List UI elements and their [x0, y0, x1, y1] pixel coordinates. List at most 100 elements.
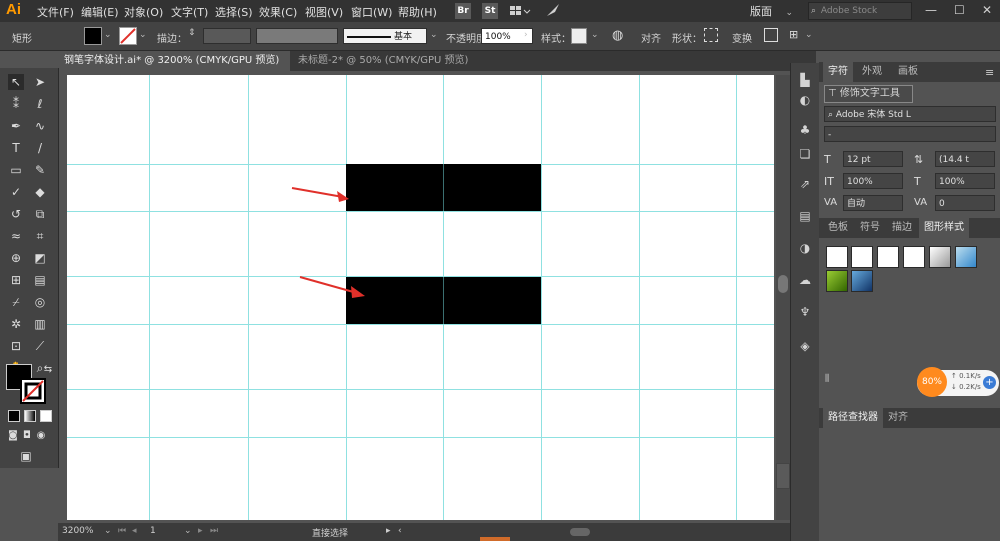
shape-builder-tool-icon[interactable]: ⊕ — [8, 250, 24, 266]
stock-button[interactable]: St — [482, 3, 498, 19]
style-swatch-white[interactable] — [877, 246, 899, 268]
scrollbar-thumb[interactable] — [778, 275, 788, 293]
arrange-documents-icon[interactable] — [509, 3, 531, 19]
next-artboard-icon[interactable]: ▸ — [198, 526, 203, 536]
recolor-artwork-icon[interactable]: ◍ — [612, 28, 628, 44]
leading-field[interactable]: (14.4 t — [935, 151, 995, 167]
style-swatch-none[interactable] — [851, 246, 873, 268]
variable-width-profile[interactable] — [256, 28, 338, 44]
layers-panel-icon[interactable]: ◈ — [796, 337, 814, 355]
type-tool-icon[interactable]: T — [8, 140, 24, 156]
blend-tool-icon[interactable]: ◎ — [32, 294, 48, 310]
gradient-mode-icon[interactable] — [24, 410, 36, 422]
menu-edit[interactable]: 编辑(E) — [81, 4, 119, 20]
menu-type[interactable]: 文字(T) — [171, 4, 208, 20]
color-panel-icon[interactable]: ▙ — [796, 71, 814, 89]
tab-graphic-styles[interactable]: 图形样式 — [919, 218, 969, 238]
align-link[interactable]: 对齐 — [641, 30, 661, 45]
distribute-icon[interactable]: ⊞ — [789, 28, 803, 42]
artboard-canvas[interactable] — [67, 75, 774, 520]
gradient-tool-icon[interactable]: ▤ — [32, 272, 48, 288]
panel-menu-icon[interactable]: ≡ — [985, 66, 994, 79]
color-guide-icon[interactable]: ◐ — [796, 91, 814, 109]
menu-file[interactable]: 文件(F) — [37, 4, 74, 20]
color-mode-icon[interactable] — [8, 410, 20, 422]
chevron-down-icon[interactable]: ⌄ — [139, 30, 147, 40]
artboard-number[interactable]: 1 — [150, 526, 156, 536]
width-tool-icon[interactable]: ≈ — [8, 228, 24, 244]
menu-object[interactable]: 对象(O) — [124, 4, 163, 20]
tab-character[interactable]: 字符 — [823, 62, 853, 82]
symbol-sprayer-tool-icon[interactable]: ✲ — [8, 316, 24, 332]
gradient-panel-icon[interactable]: ▤ — [796, 207, 814, 225]
menu-effect[interactable]: 效果(C) — [259, 4, 297, 20]
horizontal-scale-field[interactable]: 100% — [935, 173, 995, 189]
chevron-right-icon[interactable]: › — [524, 30, 528, 40]
brush-definition[interactable]: 基本 — [343, 28, 427, 44]
tab-document-2[interactable]: 未标题-2* @ 50% (CMYK/GPU 预览) × — [292, 51, 478, 86]
close-icon[interactable]: ✕ — [982, 3, 992, 17]
vertical-scrollbar[interactable] — [776, 75, 790, 520]
appearance-panel-icon[interactable]: ☁ — [796, 271, 814, 289]
style-swatch-gray[interactable] — [929, 246, 951, 268]
line-tool-icon[interactable]: / — [32, 140, 48, 156]
chevron-down-icon[interactable]: ⌄ — [591, 30, 599, 40]
first-artboard-icon[interactable]: ⏮ — [118, 526, 126, 536]
minimize-icon[interactable]: — — [925, 3, 937, 17]
font-size-field[interactable]: 12 pt — [843, 151, 903, 167]
stroke-color-swatch[interactable] — [119, 27, 137, 45]
libraries-panel-icon[interactable]: ♆ — [796, 303, 814, 321]
chevron-down-icon[interactable]: ⌄ — [430, 30, 438, 40]
touch-type-tool-button[interactable]: ⊤ 修饰文字工具 — [824, 85, 913, 103]
font-style-field[interactable]: - — [824, 126, 996, 142]
tab-stroke[interactable]: 描边 — [887, 218, 917, 238]
transparency-panel-icon[interactable]: ◑ — [796, 239, 814, 257]
eyedropper-tool-icon[interactable]: ⌿ — [8, 294, 24, 310]
previous-artboard-icon[interactable]: ◂ — [132, 526, 137, 536]
menu-help[interactable]: 帮助(H) — [398, 4, 437, 20]
scale-tool-icon[interactable]: ⧉ — [32, 206, 48, 222]
tab-artboards[interactable]: 画板 — [893, 62, 923, 82]
curvature-tool-icon[interactable]: ∿ — [32, 118, 48, 134]
graphic-style-swatch[interactable] — [571, 28, 587, 44]
add-icon[interactable]: + — [983, 376, 996, 389]
tab-symbols[interactable]: 符号 — [855, 218, 885, 238]
export-panel-icon[interactable]: ⇗ — [796, 175, 814, 193]
stroke-weight-stepper[interactable]: ⇕ — [188, 28, 202, 44]
paintbrush-tool-icon[interactable]: ✎ — [32, 162, 48, 178]
transform-link[interactable]: 变换 — [732, 30, 752, 45]
font-family-field[interactable]: ⌕ Adobe 宋体 Std L — [824, 106, 996, 122]
eraser-tool-icon[interactable]: ◆ — [32, 184, 48, 200]
lasso-tool-icon[interactable]: ℓ — [32, 96, 48, 112]
brushes-panel-icon[interactable]: ♣ — [796, 121, 814, 139]
maximize-icon[interactable]: ☐ — [954, 3, 965, 17]
last-artboard-icon[interactable]: ⏭ — [210, 526, 218, 536]
symbols-panel-icon[interactable]: ❏ — [796, 145, 814, 163]
rotate-tool-icon[interactable]: ↺ — [8, 206, 24, 222]
artboard-tool-icon[interactable]: ⊡ — [8, 338, 24, 354]
chevron-down-icon[interactable]: ⌄ — [184, 526, 192, 536]
swap-fill-stroke-icon[interactable]: ⇆ — [40, 362, 56, 378]
draw-inside-icon[interactable]: ◉ — [33, 428, 49, 444]
menu-select[interactable]: 选择(S) — [215, 4, 253, 20]
stroke-weight-field[interactable] — [203, 28, 251, 44]
screen-mode-icon[interactable]: ▣ — [18, 448, 34, 464]
tab-appearance[interactable]: 外观 — [857, 62, 887, 82]
style-swatch-blue[interactable] — [955, 246, 977, 268]
pen-tool-icon[interactable]: ✒ — [8, 118, 24, 134]
chevron-down-icon[interactable]: ⌄ — [104, 526, 112, 536]
stroke-swatch[interactable] — [20, 378, 46, 404]
brush-feather-icon[interactable] — [545, 2, 561, 18]
selection-tool-icon[interactable]: ↖ — [8, 74, 24, 90]
tab-align[interactable]: 对齐 — [883, 408, 913, 428]
rectangle-tool-icon[interactable]: ▭ — [8, 162, 24, 178]
fill-color-swatch[interactable] — [84, 27, 102, 45]
menu-view[interactable]: 视图(V) — [305, 4, 343, 20]
perspective-grid-tool-icon[interactable]: ⊞ — [8, 272, 24, 288]
scroll-left-icon[interactable]: ‹ — [398, 526, 402, 536]
kerning-field[interactable]: 自动 — [843, 195, 903, 211]
workspace-switcher[interactable]: 版面 ⌄ — [750, 3, 800, 19]
styles-library-icon[interactable]: ⫼ — [825, 374, 829, 384]
chevron-down-icon[interactable]: ⌄ — [104, 30, 112, 40]
stock-search[interactable]: ⌕ Adobe Stock — [808, 2, 912, 20]
